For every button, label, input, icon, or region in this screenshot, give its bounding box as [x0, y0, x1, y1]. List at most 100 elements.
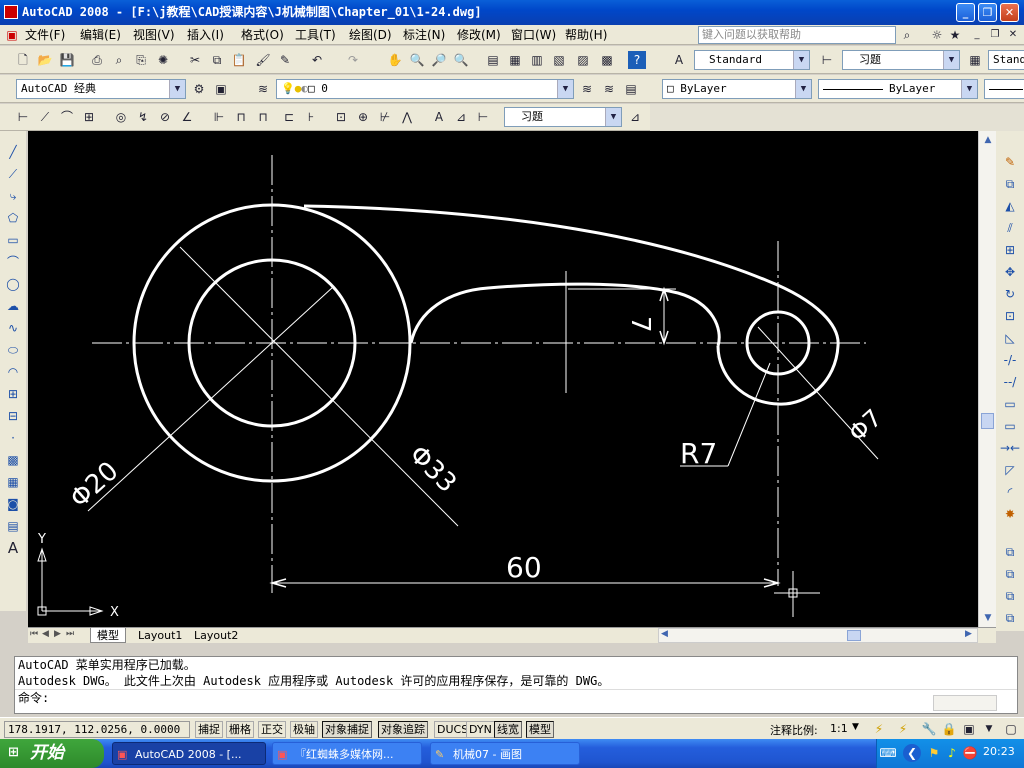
chevron-down-icon[interactable]: ▼: [943, 51, 959, 69]
tray-expand-icon[interactable]: ❮: [903, 744, 921, 762]
open-file-icon[interactable]: 📂: [36, 51, 54, 69]
dim-style-icon[interactable]: ⊢: [818, 51, 836, 69]
chevron-down-icon[interactable]: ▼: [852, 722, 859, 732]
osnap-toggle[interactable]: 对象捕捉: [322, 721, 372, 738]
minimize-button[interactable]: _: [956, 3, 975, 22]
dim-linear-icon[interactable]: ⊢: [14, 108, 32, 126]
arc-icon[interactable]: ⌒: [4, 253, 22, 271]
restore-button[interactable]: ❐: [978, 3, 997, 22]
dim-style-icon-2[interactable]: ⊿: [626, 108, 644, 126]
task-paint[interactable]: ✎ 机械07 - 画图: [430, 742, 580, 765]
construction-line-icon[interactable]: ⟋: [4, 165, 22, 183]
polygon-icon[interactable]: ⬠: [4, 209, 22, 227]
sheet-set-icon[interactable]: ▧: [550, 51, 568, 69]
scroll-right-icon[interactable]: ▶: [965, 629, 972, 639]
auto-scale-icon[interactable]: ⚡: [894, 720, 912, 738]
command-prompt[interactable]: 命令:: [15, 689, 1017, 705]
calculator-icon[interactable]: ▩: [598, 51, 616, 69]
status-menu-icon[interactable]: ▼: [980, 720, 998, 738]
annotation-scale-value[interactable]: 1:1: [830, 722, 848, 735]
text-style-icon[interactable]: A: [670, 51, 688, 69]
break-icon[interactable]: ▭: [1001, 417, 1019, 435]
copy-object-icon[interactable]: ⧉: [1001, 175, 1019, 193]
spline-icon[interactable]: ∿: [4, 319, 22, 337]
rotate-icon[interactable]: ↻: [1001, 285, 1019, 303]
array-icon[interactable]: ⊞: [1001, 241, 1019, 259]
extend-icon[interactable]: --/: [1001, 373, 1019, 391]
fillet-icon[interactable]: ◜: [1001, 483, 1019, 501]
explode-icon[interactable]: ✸: [1001, 505, 1019, 523]
tab-layout1[interactable]: Layout1: [132, 628, 188, 643]
pan-icon[interactable]: ✋: [386, 51, 404, 69]
plot-preview-icon[interactable]: ⌕: [110, 51, 128, 69]
offset-icon[interactable]: ⫽: [1001, 219, 1019, 237]
quick-leader-icon[interactable]: ⊏: [280, 108, 298, 126]
ellipse-arc-icon[interactable]: ◠: [4, 363, 22, 381]
point-icon[interactable]: ·: [4, 429, 22, 447]
trim-icon[interactable]: -/-: [1001, 351, 1019, 369]
join-icon[interactable]: →←: [1000, 439, 1020, 457]
scroll-down-icon[interactable]: ▼: [979, 609, 997, 627]
center-mark-icon[interactable]: ⊡: [332, 108, 350, 126]
tab-layout2[interactable]: Layout2: [188, 628, 244, 643]
wrench-icon[interactable]: 🔧: [920, 720, 938, 738]
move-icon[interactable]: ✥: [1001, 263, 1019, 281]
quick-dim-icon[interactable]: ⊩: [210, 108, 228, 126]
clock[interactable]: 20:23: [983, 745, 1015, 758]
inspection-icon[interactable]: ⊕: [354, 108, 372, 126]
redo-icon[interactable]: ↷: [344, 51, 362, 69]
send-to-back-icon[interactable]: ⧉: [1001, 587, 1019, 605]
publish-web-icon[interactable]: ✺: [154, 51, 172, 69]
dim-continue-icon[interactable]: ⊓: [254, 108, 272, 126]
dim-style-select-2[interactable]: 习题 ▼: [504, 107, 622, 127]
menu-draw[interactable]: 绘图(D): [349, 27, 392, 43]
dim-edit-icon[interactable]: ⋀: [398, 108, 416, 126]
save-icon[interactable]: 💾: [58, 51, 76, 69]
menu-tools[interactable]: 工具(T): [295, 27, 336, 43]
ortho-toggle[interactable]: 正交: [258, 721, 286, 738]
paste-icon[interactable]: 📋: [230, 51, 248, 69]
region-icon[interactable]: ◙: [4, 495, 22, 513]
doc-close-button[interactable]: ✕: [1004, 26, 1022, 44]
table-icon[interactable]: ▤: [4, 517, 22, 535]
table-style-icon[interactable]: ▦: [966, 51, 984, 69]
snap-toggle[interactable]: 捕捉: [195, 721, 223, 738]
start-button[interactable]: ⊞ 开始: [0, 739, 104, 768]
erase-icon[interactable]: ✎: [1001, 153, 1019, 171]
menu-help[interactable]: 帮助(H): [565, 27, 607, 43]
workspace-settings-icon[interactable]: ⚙: [190, 80, 208, 98]
dim-angular-icon[interactable]: ∠: [178, 108, 196, 126]
circle-icon[interactable]: ◯: [4, 275, 22, 293]
document-icon[interactable]: ▣: [3, 26, 21, 44]
menu-file[interactable]: 文件(F): [25, 27, 65, 43]
gradient-icon[interactable]: ▦: [4, 473, 22, 491]
break-at-point-icon[interactable]: ▭: [1001, 395, 1019, 413]
properties-icon[interactable]: ▤: [484, 51, 502, 69]
dim-baseline-icon[interactable]: ⊓: [232, 108, 250, 126]
command-scrollbar[interactable]: [933, 695, 997, 711]
table-style-select[interactable]: Stand: [988, 50, 1024, 70]
layer-states-icon[interactable]: ▤: [622, 80, 640, 98]
close-button[interactable]: ✕: [1000, 3, 1019, 22]
lineweight-select[interactable]: [984, 79, 1024, 99]
hatch-icon[interactable]: ▩: [4, 451, 22, 469]
lineweight-toggle[interactable]: 线宽: [494, 721, 522, 738]
dim-ordinate-icon[interactable]: ⊞: [80, 108, 98, 126]
scale-icon[interactable]: ⊡: [1001, 307, 1019, 325]
layer-select[interactable]: 💡●◐□ 0 ▼: [276, 79, 574, 99]
dim-style-select[interactable]: 习题 ▼: [842, 50, 960, 70]
copy-icon[interactable]: ⧉: [208, 51, 226, 69]
jogged-linear-icon[interactable]: ⊬: [376, 108, 394, 126]
network-icon[interactable]: ⚑: [925, 744, 943, 762]
horizontal-scroll-thumb[interactable]: [847, 630, 861, 641]
polar-toggle[interactable]: 极轴: [290, 721, 318, 738]
cut-icon[interactable]: ✂: [186, 51, 204, 69]
chamfer-icon[interactable]: ◸: [1001, 461, 1019, 479]
autocad-app-icon[interactable]: [4, 5, 18, 19]
match-properties-icon[interactable]: 🖌: [254, 51, 272, 69]
vertical-scrollbar[interactable]: ▲ ▼: [978, 131, 996, 627]
design-center-icon[interactable]: ▦: [506, 51, 524, 69]
text-style-select[interactable]: Standard ▼: [694, 50, 810, 70]
command-window[interactable]: AutoCAD 菜单实用程序已加载。 Autodesk DWG。 此文件上次由 …: [14, 656, 1018, 714]
zoom-window-icon[interactable]: 🔎: [430, 51, 448, 69]
